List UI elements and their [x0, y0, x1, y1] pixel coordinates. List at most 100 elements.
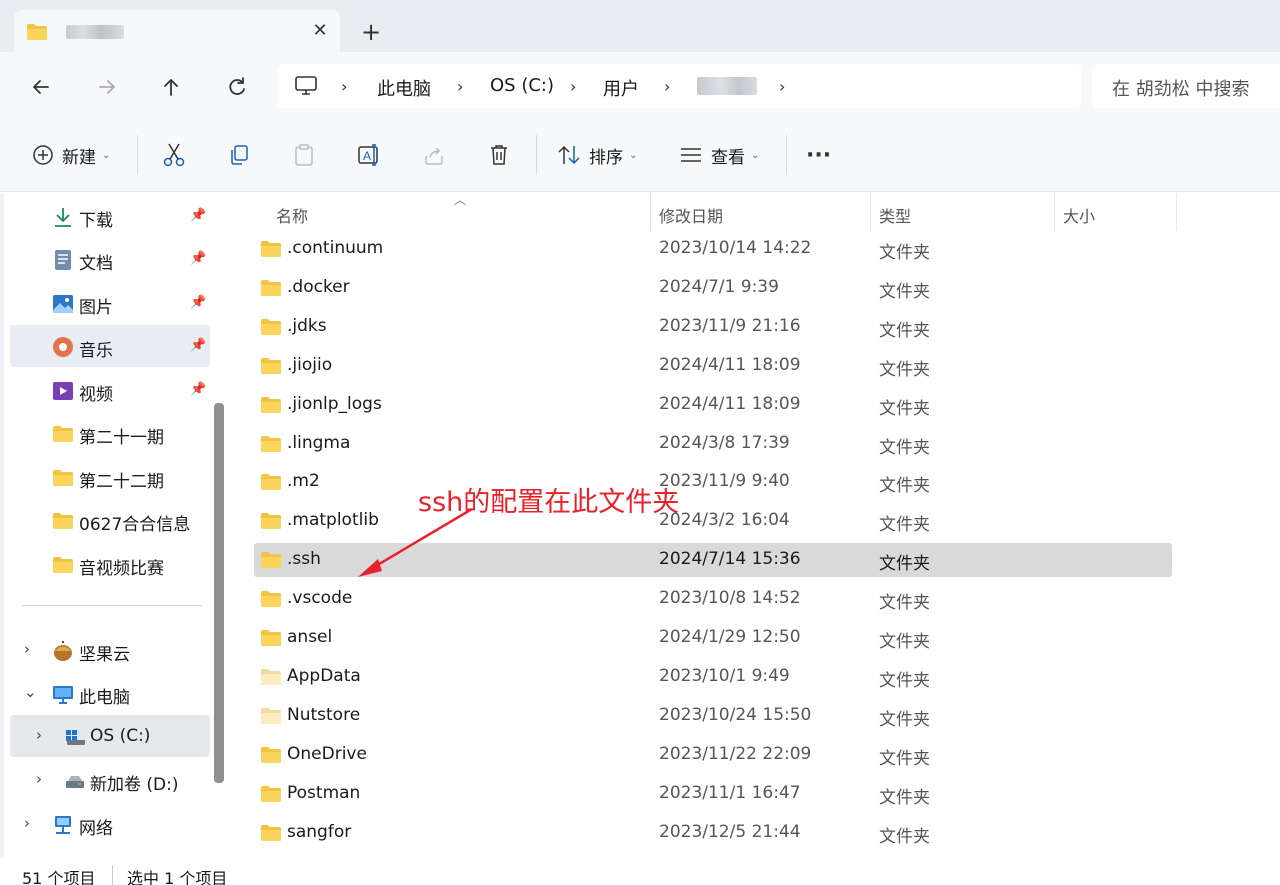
folder-icon: [261, 513, 281, 530]
column-date[interactable]: 修改日期: [659, 203, 723, 227]
column-divider[interactable]: [650, 193, 651, 231]
arrow-right-icon[interactable]: [92, 72, 122, 102]
column-divider[interactable]: [1054, 193, 1055, 231]
file-type: 文件夹: [879, 593, 930, 614]
table-row[interactable]: .jdks 2023/11/9 21:16 文件夹: [254, 310, 1172, 344]
breadcrumb-drive-c[interactable]: OS (C:): [490, 75, 554, 96]
table-row[interactable]: .jionlp_logs 2024/4/11 18:09 文件夹: [254, 388, 1172, 422]
sidebar-item-this-pc[interactable]: ⌄ 此电脑: [10, 672, 210, 714]
table-row[interactable]: .jiojio 2024/4/11 18:09 文件夹: [254, 349, 1172, 383]
arrow-left-icon[interactable]: [26, 72, 56, 102]
sidebar-item-downloads[interactable]: 下载 📌: [10, 195, 210, 237]
delete-button[interactable]: [488, 140, 510, 170]
chevron-right-icon[interactable]: ›: [779, 77, 785, 96]
chevron-right-icon[interactable]: ›: [36, 726, 42, 744]
search-box[interactable]: 在 胡劲松 中搜索: [1092, 64, 1280, 108]
tab-current-folder[interactable]: ✕: [14, 10, 340, 52]
rename-button[interactable]: A: [357, 140, 381, 170]
table-row[interactable]: OneDrive 2023/11/22 22:09 文件夹: [254, 738, 1172, 772]
table-row[interactable]: Postman 2023/11/1 16:47 文件夹: [254, 777, 1172, 811]
pin-icon[interactable]: 📌: [190, 208, 206, 223]
sort-button[interactable]: 排序 ⌄: [557, 140, 637, 170]
column-header: ︿ 名称 修改日期 类型 大小: [232, 193, 1280, 231]
breadcrumb-this-pc[interactable]: 此电脑: [377, 75, 431, 101]
status-bar: 51 个项目 选中 1 个项目: [0, 857, 1280, 885]
table-row[interactable]: ansel 2024/1/29 12:50 文件夹: [254, 621, 1172, 655]
chevron-right-icon[interactable]: ›: [570, 77, 576, 96]
sidebar-item-folder[interactable]: 第二十一期: [10, 412, 210, 454]
cut-button[interactable]: [162, 140, 186, 170]
paste-button[interactable]: [293, 140, 315, 170]
folder-icon: [261, 357, 281, 374]
copy-button[interactable]: [228, 140, 250, 170]
column-size[interactable]: 大小: [1063, 203, 1095, 227]
breadcrumb-users[interactable]: 用户: [603, 75, 639, 101]
sidebar-item-documents[interactable]: 文档 📌: [10, 238, 210, 280]
table-row[interactable]: .docker 2024/7/1 9:39 文件夹: [254, 271, 1172, 305]
sidebar-item-drive-c[interactable]: › OS (C:): [10, 715, 210, 757]
search-input[interactable]: 在 胡劲松 中搜索: [1112, 75, 1249, 101]
sidebar-item-music[interactable]: 音乐 📌: [10, 325, 210, 367]
chevron-right-icon[interactable]: ›: [341, 77, 347, 96]
refresh-icon[interactable]: [222, 72, 252, 102]
table-row[interactable]: .lingma 2024/3/8 17:39 文件夹: [254, 427, 1172, 461]
more-options-button[interactable]: ···: [806, 140, 831, 170]
file-type: 文件夹: [879, 632, 930, 652]
sidebar-item-network[interactable]: › 网络: [10, 803, 210, 845]
sidebar-item-folder[interactable]: 音视频比赛: [10, 543, 210, 585]
close-icon[interactable]: ✕: [308, 19, 332, 43]
folder-icon: [53, 557, 73, 573]
chevron-down-icon[interactable]: ⌄: [24, 683, 37, 701]
sidebar-item-videos[interactable]: 视频 📌: [10, 369, 210, 411]
chevron-right-icon[interactable]: ›: [457, 77, 463, 96]
sidebar-item-nutstore[interactable]: › 坚果云: [10, 629, 210, 671]
table-row[interactable]: Nutstore 2023/10/24 15:50 文件夹: [254, 699, 1172, 733]
sidebar-item-label: 视频: [79, 385, 113, 405]
sidebar-item-folder[interactable]: 0627合合信息: [10, 499, 210, 541]
address-bar[interactable]: › 此电脑 › OS (C:) › 用户 › ›: [277, 64, 1081, 108]
table-row[interactable]: .vscode 2023/10/8 14:52 文件夹: [254, 582, 1172, 616]
table-row[interactable]: AppData 2023/10/1 9:49 文件夹: [254, 660, 1172, 694]
chevron-right-icon[interactable]: ›: [24, 814, 30, 832]
column-type[interactable]: 类型: [879, 203, 911, 227]
folder-icon: [53, 426, 73, 442]
pin-icon[interactable]: 📌: [190, 295, 206, 310]
pin-icon[interactable]: 📌: [190, 251, 206, 266]
sidebar-item-drive-d[interactable]: › 新加卷 (D:): [10, 759, 210, 801]
chevron-right-icon[interactable]: ›: [664, 77, 670, 96]
column-divider[interactable]: [1176, 193, 1177, 231]
file-name: .vscode: [287, 588, 353, 609]
folder-icon: [261, 824, 281, 841]
file-date: 2023/11/9 21:16: [659, 315, 801, 336]
share-icon: [425, 147, 443, 165]
plus-icon[interactable]: +: [356, 17, 386, 47]
chevron-right-icon[interactable]: ›: [36, 770, 42, 788]
new-button-label: 新建: [62, 147, 96, 168]
file-type: 文件夹: [879, 709, 930, 730]
table-row[interactable]: .m2 2023/11/9 9:40 文件夹: [254, 465, 1172, 499]
folder-icon: [261, 591, 281, 608]
sidebar-item-pictures[interactable]: 图片 📌: [10, 282, 210, 324]
new-button[interactable]: 新建 ⌄: [32, 140, 110, 170]
chevron-right-icon[interactable]: ›: [24, 640, 30, 658]
share-button[interactable]: [423, 140, 445, 170]
folder-icon: [261, 241, 281, 257]
breadcrumb-user-redacted[interactable]: [697, 77, 757, 95]
table-row[interactable]: .continuum 2023/10/14 14:22 文件夹: [254, 232, 1172, 266]
column-divider[interactable]: [870, 193, 871, 231]
sidebar-scrollbar[interactable]: [214, 403, 224, 783]
file-name: Nutstore: [287, 704, 361, 725]
table-row[interactable]: sangfor 2023/12/5 21:44 文件夹: [254, 816, 1172, 850]
sidebar-item-folder[interactable]: 第二十二期: [10, 456, 210, 498]
document-icon: [55, 250, 71, 270]
sort-icon: [558, 145, 580, 165]
view-button[interactable]: 查看 ⌄: [679, 140, 759, 170]
file-name: .docker: [287, 276, 350, 297]
column-name[interactable]: 名称: [276, 203, 308, 227]
pin-icon[interactable]: 📌: [190, 338, 206, 353]
file-date: 2023/10/24 15:50: [659, 704, 812, 725]
pin-icon[interactable]: 📌: [190, 382, 206, 397]
sidebar-item-label: OS (C:): [90, 726, 151, 746]
file-type: 文件夹: [879, 554, 930, 575]
arrow-up-icon[interactable]: [156, 72, 186, 102]
